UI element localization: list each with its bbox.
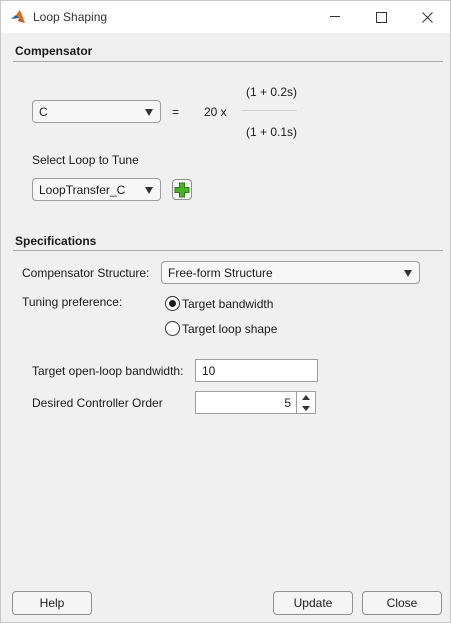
bandwidth-value: 10: [202, 364, 216, 378]
stepper-down-icon[interactable]: [297, 403, 315, 413]
compensator-structure-label: Compensator Structure:: [22, 266, 150, 280]
fraction-bar: [242, 110, 297, 111]
maximize-button[interactable]: [358, 1, 404, 33]
target-loop-shape-radio[interactable]: [165, 321, 180, 336]
matlab-logo-icon: [10, 9, 26, 25]
target-loop-shape-label[interactable]: Target loop shape: [182, 322, 277, 336]
equals-sign: =: [172, 105, 180, 119]
compensator-block-value: C: [39, 105, 48, 119]
controller-order-stepper[interactable]: [296, 391, 316, 414]
minimize-icon: [330, 16, 340, 17]
tuning-preference-label: Tuning preference:: [22, 295, 123, 309]
minimize-button[interactable]: [312, 1, 358, 33]
close-button[interactable]: Close: [362, 591, 442, 615]
compensator-denominator: (1 + 0.1s): [246, 125, 298, 139]
compensator-numerator: (1 + 0.2s): [246, 85, 298, 99]
controller-order-input[interactable]: 5: [195, 391, 297, 414]
target-bandwidth-radio[interactable]: [165, 296, 180, 311]
plus-icon: [174, 182, 190, 198]
select-loop-label: Select Loop to Tune: [32, 153, 139, 167]
compensator-structure-dropdown[interactable]: Free-form Structure: [161, 261, 420, 284]
loop-select-dropdown[interactable]: LoopTransfer_C: [32, 178, 161, 201]
window-title: Loop Shaping: [33, 10, 108, 24]
compensator-divider: [13, 61, 443, 62]
chevron-down-icon: [145, 109, 153, 116]
loop-select-value: LoopTransfer_C: [39, 183, 126, 197]
close-icon: [421, 11, 433, 23]
update-button[interactable]: Update: [273, 591, 353, 615]
add-loop-button[interactable]: [172, 179, 192, 200]
compensator-heading: Compensator: [15, 44, 93, 58]
compensator-structure-value: Free-form Structure: [168, 266, 273, 280]
title-bar: Loop Shaping: [1, 1, 450, 33]
compensator-gain: 20 x: [204, 105, 227, 119]
controller-order-value: 5: [284, 396, 291, 410]
bandwidth-label: Target open-loop bandwidth:: [32, 364, 184, 378]
specifications-heading: Specifications: [15, 234, 97, 248]
bandwidth-input[interactable]: 10: [195, 359, 318, 382]
chevron-down-icon: [145, 187, 153, 194]
controller-order-label: Desired Controller Order: [32, 396, 163, 410]
close-window-button[interactable]: [404, 1, 450, 33]
compensator-block-dropdown[interactable]: C: [32, 100, 161, 123]
stepper-up-icon[interactable]: [297, 392, 315, 402]
chevron-down-icon: [404, 270, 412, 277]
specifications-divider: [13, 250, 443, 251]
loop-shaping-dialog: Loop Shaping Compensator C = 20 x (1 + 0…: [0, 0, 451, 623]
maximize-icon: [375, 11, 387, 23]
target-bandwidth-label[interactable]: Target bandwidth: [182, 297, 273, 311]
help-button[interactable]: Help: [12, 591, 92, 615]
